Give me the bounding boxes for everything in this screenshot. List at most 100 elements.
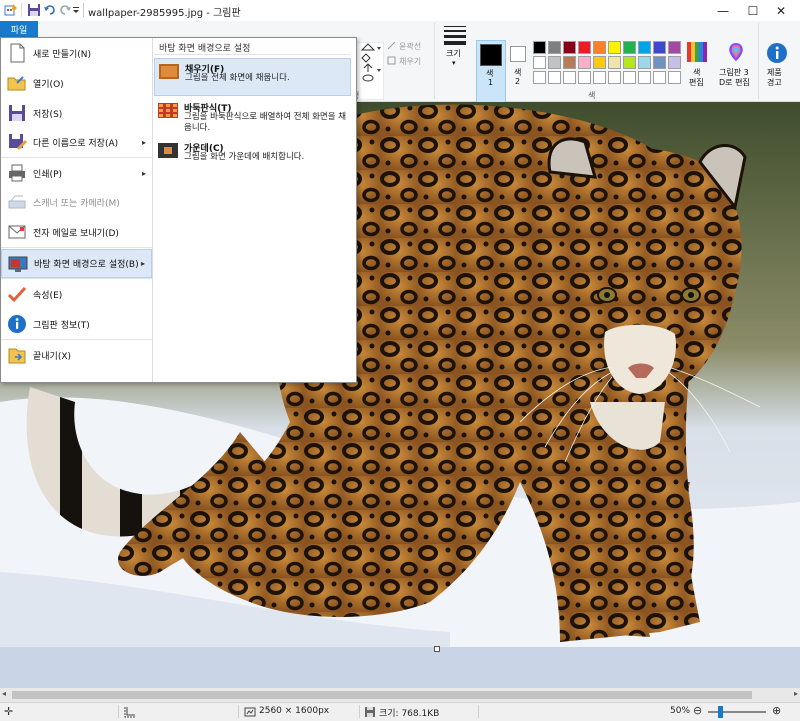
palette-swatch[interactable] — [668, 56, 681, 69]
color2-swatch — [510, 46, 526, 62]
menu-item-label: 그림판 정보(T) — [33, 321, 90, 331]
palette-swatch[interactable] — [638, 56, 651, 69]
shapes-gallery[interactable] — [356, 42, 384, 100]
zoom-out-button[interactable]: ⊖ — [693, 704, 702, 717]
zoom-slider-thumb[interactable] — [717, 706, 723, 718]
palette-swatch[interactable] — [593, 56, 606, 69]
color2-button[interactable]: 색 2 — [507, 42, 529, 106]
edit-with-paint3d-button[interactable]: 그림판 3 D로 편집 — [715, 42, 755, 106]
palette-swatch[interactable] — [563, 56, 576, 69]
scroll-right-icon[interactable]: ▸ — [794, 689, 798, 698]
scroll-left-icon[interactable]: ◂ — [2, 689, 6, 698]
disk-icon — [365, 707, 375, 717]
edit-colors-button[interactable]: 색 편집 — [684, 42, 710, 106]
menu-item-label: 전자 메일로 보내기(D) — [33, 229, 119, 239]
scrollbar-thumb[interactable] — [12, 691, 752, 699]
palette-swatch[interactable] — [608, 56, 621, 69]
submenu-arrow-icon: ▸ — [141, 169, 146, 178]
menu-item-scanner: 스캐너 또는 카메라(M) — [1, 188, 152, 217]
submenu-item-desc: 그림을 바둑판식으로 배열하여 전체 화면을 채웁니다. — [184, 112, 347, 133]
save-icon[interactable] — [27, 3, 41, 17]
submenu-header: 바탕 화면 배경으로 설정 — [159, 44, 251, 54]
palette-swatch[interactable] — [563, 71, 576, 84]
menu-item-set-desktop-background[interactable]: 바탕 화면 배경으로 설정(B) ▸ — [1, 249, 152, 278]
palette-swatch[interactable] — [653, 71, 666, 84]
customize-quick-access-icon[interactable] — [72, 3, 80, 17]
zoom-in-button[interactable]: ⊕ — [772, 704, 781, 717]
palette-swatch[interactable] — [578, 71, 591, 84]
shape-outline-dropdown[interactable]: 윤곽선 — [399, 41, 421, 52]
palette-swatch[interactable] — [533, 56, 546, 69]
fill-layout-icon — [159, 64, 179, 79]
status-divider — [478, 705, 479, 718]
palette-swatch[interactable] — [578, 56, 591, 69]
file-tab[interactable]: 파일 — [0, 21, 38, 37]
palette-swatch[interactable] — [653, 56, 666, 69]
undo-icon[interactable] — [43, 3, 57, 17]
palette-swatch[interactable] — [668, 41, 681, 54]
canvas-resize-handle[interactable] — [434, 646, 440, 652]
palette-swatch[interactable] — [548, 71, 561, 84]
submenu-fill[interactable]: 채우기(F) 그림을 전체 화면에 채웁니다. — [154, 58, 351, 96]
titlebar-divider — [83, 3, 84, 17]
menu-separator — [1, 278, 152, 279]
redo-icon[interactable] — [58, 3, 72, 17]
size-label: 크기 — [446, 49, 461, 58]
status-divider — [238, 705, 239, 718]
palette-swatch[interactable] — [668, 71, 681, 84]
info-icon — [8, 315, 26, 333]
palette-swatch[interactable] — [638, 41, 651, 54]
submenu-item-desc: 그림을 화면 가운데에 배치합니다. — [184, 152, 305, 162]
shape-fill-dropdown[interactable]: 채우기 — [399, 56, 421, 67]
product-alert-label-2: 경고 — [767, 78, 782, 87]
menu-item-exit[interactable]: 끝내기(X) — [1, 341, 152, 370]
close-button[interactable]: ✕ — [762, 0, 800, 21]
zoom-level: 50% — [670, 706, 691, 716]
horizontal-scrollbar[interactable]: ◂ ▸ — [0, 688, 800, 702]
save-as-icon — [9, 134, 27, 150]
palette-swatch[interactable] — [578, 41, 591, 54]
palette-swatch[interactable] — [623, 41, 636, 54]
palette-swatch[interactable] — [653, 41, 666, 54]
menu-separator — [1, 247, 152, 248]
desktop-background-icon — [8, 256, 28, 272]
palette-swatch[interactable] — [608, 71, 621, 84]
menu-item-save-as[interactable]: 다른 이름으로 저장(A) ▸ — [1, 128, 152, 157]
info-icon — [767, 43, 787, 63]
file-menu: 새로 만들기(N) 열기(O) 저장(S) 다른 이름으로 저장(A) ▸ 인쇄… — [0, 37, 357, 383]
palette-swatch[interactable] — [623, 71, 636, 84]
file-size: 크기: 768.1KB — [379, 709, 440, 719]
palette-swatch[interactable] — [533, 71, 546, 84]
submenu-center[interactable]: 가운데(C) 그림을 화면 가운데에 배치합니다. — [154, 138, 351, 168]
menu-item-print[interactable]: 인쇄(P) ▸ — [1, 159, 152, 188]
menu-item-open[interactable]: 열기(O) — [1, 69, 152, 98]
size-button[interactable]: 크기 ▾ — [440, 23, 470, 89]
menu-item-properties[interactable]: 속성(E) — [1, 280, 152, 309]
menu-item-save[interactable]: 저장(S) — [1, 99, 152, 128]
menu-item-label: 속성(E) — [33, 291, 63, 301]
submenu-tile[interactable]: 바둑판식(T) 그림을 바둑판식으로 배열하여 전체 화면을 채웁니다. — [154, 98, 351, 138]
palette-swatch[interactable] — [533, 41, 546, 54]
submenu-arrow-icon: ▸ — [141, 138, 146, 147]
palette-swatch[interactable] — [548, 56, 561, 69]
palette-swatch[interactable] — [593, 41, 606, 54]
palette-swatch[interactable] — [563, 41, 576, 54]
exit-icon — [8, 348, 26, 364]
palette-swatch[interactable] — [608, 41, 621, 54]
menu-separator — [1, 157, 152, 158]
menu-item-about[interactable]: 그림판 정보(T) — [1, 310, 152, 339]
menu-item-email[interactable]: 전자 메일로 보내기(D) — [1, 218, 152, 247]
status-divider — [359, 705, 360, 718]
palette-swatch[interactable] — [593, 71, 606, 84]
zoom-slider-track[interactable] — [708, 711, 766, 713]
scanner-icon — [8, 195, 26, 209]
color1-button[interactable]: 색 1 — [476, 40, 506, 108]
palette-swatch[interactable] — [623, 56, 636, 69]
menu-item-label: 새로 만들기(N) — [33, 50, 92, 60]
menu-item-new[interactable]: 새로 만들기(N) — [1, 39, 152, 68]
line-width-icon — [444, 26, 466, 45]
palette-swatch[interactable] — [638, 71, 651, 84]
product-alert-button[interactable]: 제품 경고 — [762, 42, 792, 106]
palette-swatch[interactable] — [548, 41, 561, 54]
canvas-padding — [0, 647, 800, 688]
